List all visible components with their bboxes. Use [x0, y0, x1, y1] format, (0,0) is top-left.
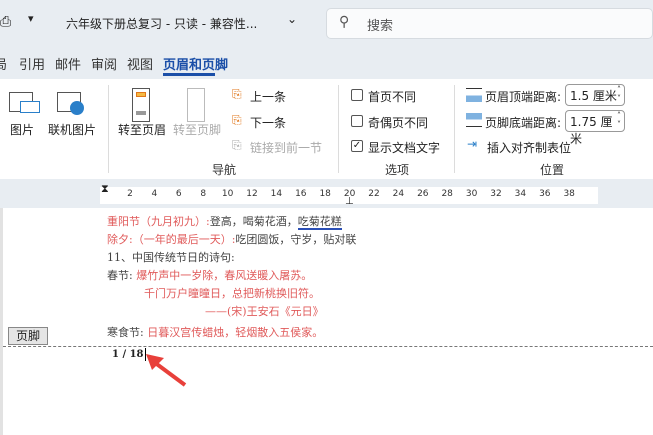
footer-tag[interactable]: 页脚	[8, 327, 48, 345]
first-page-label: 首页不同	[368, 90, 417, 104]
ruler-tick-label: 8	[200, 189, 207, 199]
horizontal-ruler[interactable]: ⧗ ⊥ 2 4 6 8 10 12 14 16 18 20 22 24 26 28 30 32 34 36 38	[0, 182, 653, 208]
next-button[interactable]: 下一条	[250, 114, 286, 131]
insert-align-tab-button[interactable]: 插入对齐制表位	[487, 139, 571, 156]
doc-text-grammar-underlined: 吃菊花糕	[297, 215, 342, 230]
group-label-position: 位置	[540, 163, 565, 177]
show-doc-text-label: 显示文档文字	[368, 141, 441, 155]
ruler-tick-label: 32	[490, 189, 502, 199]
title-chevron-down-icon[interactable]: ⌄	[287, 12, 297, 26]
picture-button[interactable]: 图片	[10, 121, 34, 138]
doc-text: ——(宋)王安石《元日》	[205, 305, 324, 318]
tab-references[interactable]: 引用	[19, 54, 45, 73]
doc-text: 11、中国传统节日的诗句:	[107, 251, 235, 264]
doc-text: 千门万户曈曈日，总把新桃换旧符。	[144, 287, 320, 300]
ribbon-tabs: 局 引用 邮件 审阅 视图 页眉和页脚	[0, 42, 653, 79]
ruler-tick-label: 28	[441, 189, 453, 199]
tab-layout[interactable]: 局	[0, 54, 7, 73]
footer-bottom-spinner[interactable]: 1.75 厘米 ˄ ˅	[565, 110, 625, 146]
ruler-tick-label: 2	[127, 189, 133, 199]
spinner-arrows-icon[interactable]: ˄ ˅	[617, 111, 621, 129]
group-label-nav: 导航	[212, 163, 237, 177]
doc-text: 登高，喝菊花酒，	[209, 215, 298, 228]
ribbon: 图片 联机图片 转至页眉 转至页脚 ⎘ 上一条 ⎘ 下一条 ⎘ 链接到前一节 导…	[0, 79, 653, 179]
header-top-icon	[466, 88, 482, 102]
footer-bottom-value[interactable]: 1.75 厘米	[570, 115, 613, 146]
first-page-checkbox[interactable]	[351, 89, 363, 101]
doc-text: 吃团圆饭，守岁，贴对联	[235, 233, 357, 246]
tab-mailings[interactable]: 邮件	[55, 54, 81, 73]
search-placeholder: 搜索	[367, 19, 394, 34]
tab-view[interactable]: 视图	[127, 54, 153, 73]
goto-header-button[interactable]: 转至页眉	[118, 121, 166, 138]
ruler-tick-label: 26	[417, 189, 429, 199]
ruler-tick-label: 16	[295, 189, 307, 199]
doc-text: 爆竹声中一岁除，春风送暖入屠苏。	[136, 269, 313, 282]
document-title: 六年级下册总复习 - 只读 - 兼容性...	[66, 17, 258, 31]
title-bar: ⎙ ▾ 六年级下册总复习 - 只读 - 兼容性... ⌄ ⚲ 搜索	[0, 0, 653, 42]
qat-dropdown-icon[interactable]: ▾	[28, 12, 34, 25]
ruler-tick-label: 12	[246, 189, 258, 199]
ruler-tick-label: 20	[343, 189, 356, 199]
search-box[interactable]: ⚲ 搜索	[326, 8, 653, 39]
footer-bottom-label: 页脚底端距离:	[485, 116, 562, 130]
previous-icon: ⎘	[232, 87, 242, 101]
doc-text: 除夕:（一年的最后一天）:	[107, 233, 236, 246]
goto-header-icon	[132, 88, 150, 122]
online-picture-icon	[57, 92, 84, 115]
active-tab-underline	[163, 73, 215, 76]
align-tab-icon: ⇥	[467, 137, 478, 151]
ruler-tick-label: 36	[539, 189, 551, 199]
show-doc-text-checkbox[interactable]: ✓	[351, 140, 363, 152]
ruler-tick-label: 34	[514, 189, 527, 199]
ruler-tick-label: 22	[368, 189, 380, 199]
ruler-tick-label: 10	[221, 189, 234, 199]
header-top-label: 页眉顶端距离:	[485, 90, 562, 104]
footer-bottom-icon	[466, 113, 482, 127]
ruler-tick-label: 14	[270, 189, 283, 199]
ruler-tick-label: 24	[392, 189, 405, 199]
arrow-annotation-icon	[146, 354, 187, 387]
ruler-tick-label: 30	[465, 189, 478, 199]
ruler-tick-label: 6	[175, 189, 182, 199]
goto-footer-button: 转至页脚	[173, 123, 222, 137]
odd-even-checkbox[interactable]	[351, 115, 363, 127]
ruler-tick-label: 38	[563, 189, 575, 199]
header-top-value[interactable]: 1.5 厘米	[570, 89, 617, 103]
group-label-options: 选项	[385, 163, 410, 177]
footer-divider	[3, 346, 653, 347]
spinner-arrows-icon[interactable]: ˄ ˅	[617, 85, 621, 103]
indent-marker-icon[interactable]: ⧗	[101, 182, 109, 196]
ruler-tick-label: 18	[319, 189, 331, 199]
link-previous-button: 链接到前一节	[250, 141, 323, 155]
save-icon[interactable]: ⎙	[0, 14, 11, 30]
previous-button[interactable]: 上一条	[250, 88, 286, 105]
doc-text: 寒食节:	[107, 326, 148, 339]
doc-text: 日暮汉宫传蜡烛，轻烟散入五侯家。	[147, 326, 324, 339]
page-number[interactable]: 1 / 18	[112, 349, 144, 360]
online-picture-button[interactable]: 联机图片	[48, 121, 96, 138]
tab-review[interactable]: 审阅	[91, 54, 117, 73]
tab-header-footer[interactable]: 页眉和页脚	[163, 54, 228, 73]
link-previous-icon: ⎘	[232, 138, 242, 152]
odd-even-label: 奇偶页不同	[368, 116, 429, 130]
doc-text: 春节:	[107, 269, 137, 282]
next-icon: ⎘	[232, 113, 242, 127]
ruler-tick-label: 4	[151, 189, 158, 199]
search-icon: ⚲	[339, 14, 350, 30]
doc-text: 重阳节（九月初九）:	[107, 215, 210, 228]
header-top-spinner[interactable]: 1.5 厘米 ˄ ˅	[565, 84, 625, 106]
picture-icon	[9, 92, 40, 113]
goto-footer-icon	[187, 88, 205, 122]
